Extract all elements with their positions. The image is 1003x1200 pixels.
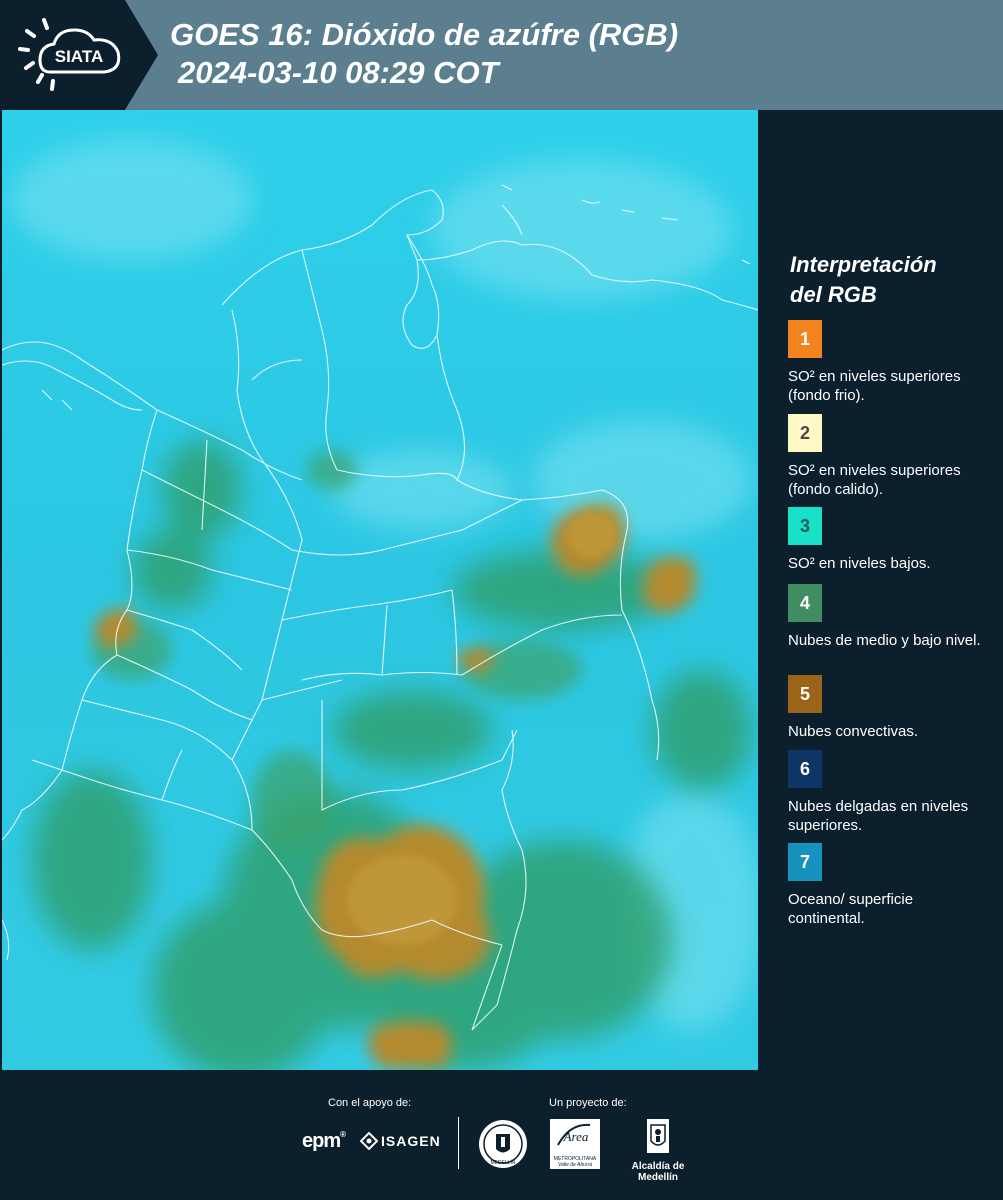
page-title: GOES 16: Dióxido de azúfre (RGB) 2024-03… — [170, 16, 678, 92]
title-product: GOES 16: Dióxido de azúfre (RGB) — [170, 17, 679, 52]
coat-of-arms-icon — [647, 1119, 669, 1153]
isagen-text: ISAGEN — [381, 1133, 441, 1149]
footer: Con el apoyo de: Un proyecto de: epm® IS… — [0, 1070, 1003, 1200]
siata-logo: SIATA — [0, 0, 158, 110]
legend-swatch-5: 5 — [788, 675, 822, 713]
legend-swatch-3: 3 — [788, 507, 822, 545]
legend-swatch-4: 4 — [788, 584, 822, 622]
area-metropolitana-logo: Área METROPOLITANA Valle de Aburrá — [550, 1119, 600, 1169]
project-label: Un proyecto de: — [549, 1097, 627, 1109]
medellin-seal: MEDELLÍN — [478, 1119, 528, 1174]
legend-text-3: SO² en niveles bajos. — [788, 555, 931, 572]
legend-text-2: SO² en niveles superiores (fondo calido)… — [788, 462, 961, 498]
header: SIATA GOES 16: Dióxido de azúfre (RGB) 2… — [0, 0, 1003, 110]
legend-number: 7 — [799, 851, 810, 872]
legend-item-4: 4 Nubes de medio y bajo nivel. — [788, 584, 993, 650]
legend-item-2: 2 SO² en niveles superiores (fondo calid… — [788, 414, 993, 499]
epm-text: epm — [302, 1130, 341, 1152]
title-datetime: 2024-03-10 08:29 COT — [178, 55, 499, 90]
support-label: Con el apoyo de: — [328, 1097, 412, 1109]
legend-item-7: 7 Oceano/ superficie continental. — [788, 843, 993, 928]
legend-swatch-2: 2 — [788, 414, 822, 452]
area-text: Área — [563, 1129, 589, 1144]
legend-number: 3 — [799, 515, 810, 536]
legend-text-4: Nubes de medio y bajo nivel. — [788, 632, 981, 649]
legend-text-7: Oceano/ superficie continental. — [788, 891, 914, 927]
legend-number: 5 — [799, 683, 810, 704]
legend-number: 4 — [799, 592, 810, 613]
alcaldia-medellin-logo: Alcaldía de Medellín — [612, 1117, 704, 1183]
alcaldia-text: Alcaldía de Medellín — [631, 1161, 685, 1183]
legend-swatch-1: 1 — [788, 320, 822, 358]
legend-title: Interpretación del RGB — [790, 250, 937, 310]
legend-number: 1 — [799, 328, 810, 349]
legend-item-5: 5 Nubes convectivas. — [788, 675, 993, 741]
area-sub2: Valle de Aburrá — [557, 1162, 593, 1168]
rgb-legend: Interpretación del RGB 1 SO² en niveles … — [758, 110, 1003, 1070]
isagen-logo: ISAGEN — [360, 1132, 441, 1150]
legend-item-3: 3 SO² en niveles bajos. — [788, 507, 993, 573]
legend-text-1: SO² en niveles superiores (fondo frio). — [788, 368, 961, 404]
legend-text-6: Nubes delgadas en niveles superiores. — [788, 798, 969, 834]
legend-swatch-7: 7 — [788, 843, 822, 881]
legend-swatch-6: 6 — [788, 750, 822, 788]
satellite-map — [1, 110, 762, 1080]
isagen-icon — [360, 1132, 378, 1150]
satellite-map-image — [1, 110, 762, 1080]
legend-item-6: 6 Nubes delgadas en niveles superiores. — [788, 750, 993, 835]
legend-number: 2 — [799, 422, 810, 443]
legend-item-1: 1 SO² en niveles superiores (fondo frio)… — [788, 320, 993, 405]
legend-number: 6 — [799, 758, 810, 779]
seal-icon: MEDELLÍN — [479, 1120, 527, 1168]
epm-logo: epm® — [302, 1130, 346, 1152]
legend-title-line1: Interpretación — [790, 252, 937, 277]
seal-text: MEDELLÍN — [490, 1159, 515, 1166]
legend-title-line2: del RGB — [790, 282, 877, 307]
area-swoosh-icon: Área — [557, 1123, 591, 1146]
logo-text: SIATA — [55, 47, 103, 66]
legend-text-5: Nubes convectivas. — [788, 723, 919, 740]
footer-divider — [458, 1117, 459, 1169]
